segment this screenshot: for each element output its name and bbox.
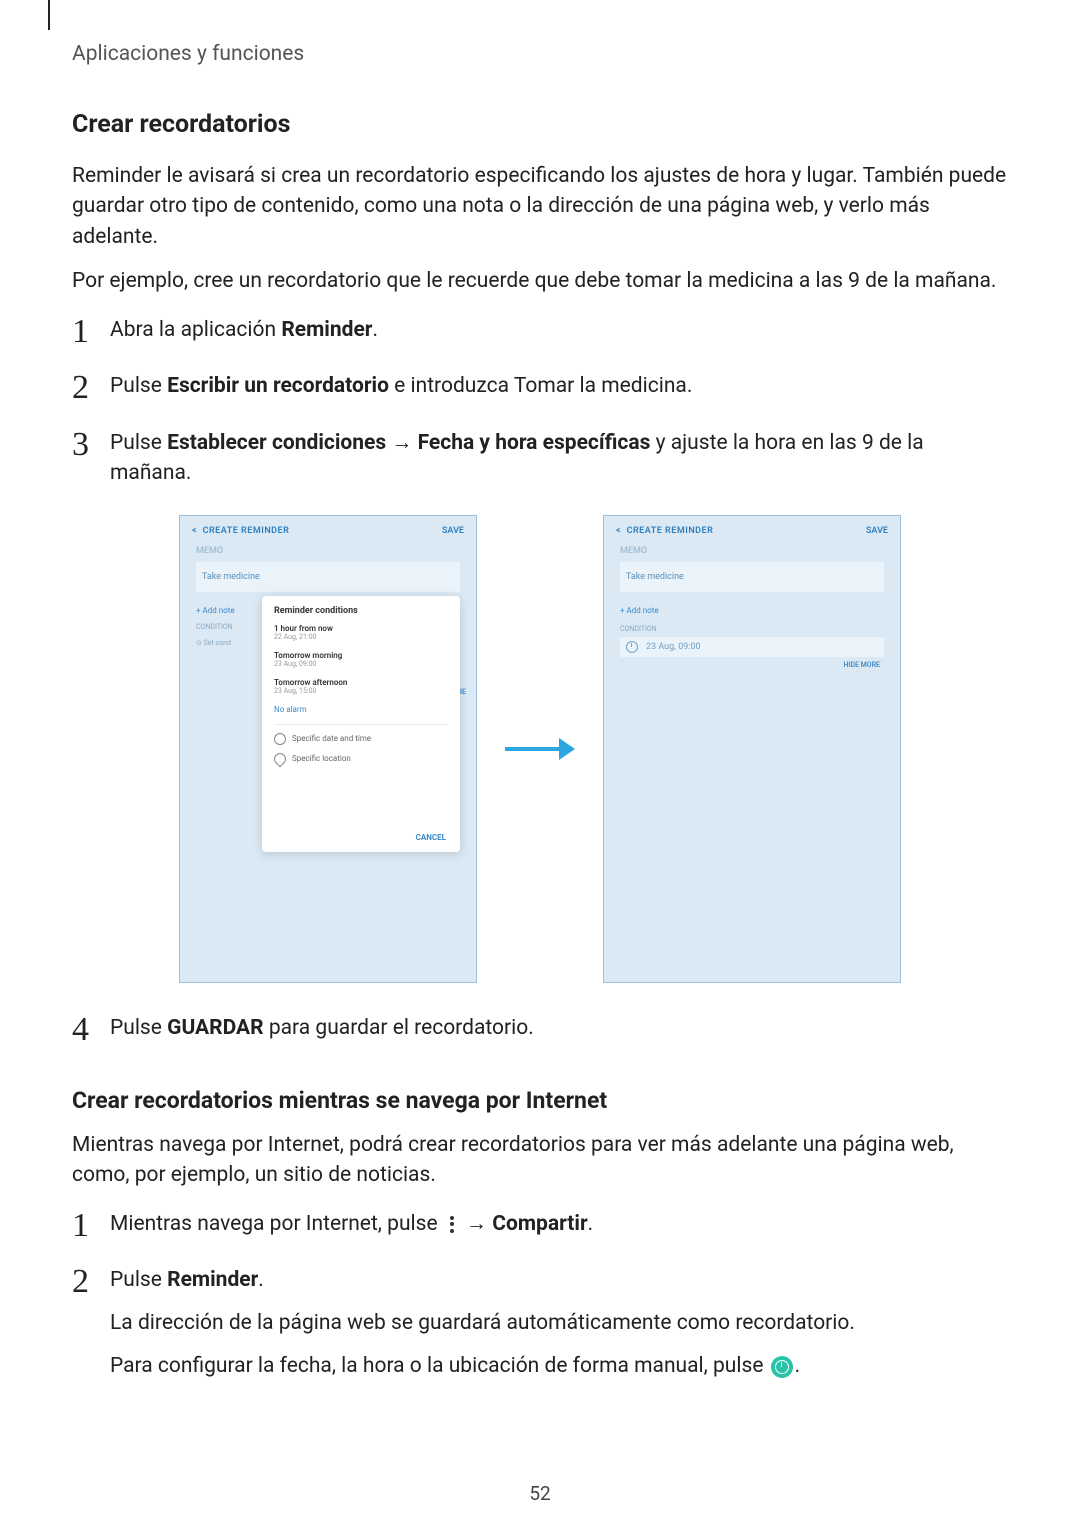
step-text: Pulse Escribir un recordatorio e introdu… <box>110 374 692 398</box>
shot-label-condition: CONDITION <box>196 623 260 631</box>
shot-input: Take medicine <box>620 562 884 592</box>
step-number: 2 <box>72 1257 89 1306</box>
popup-title: Reminder conditions <box>274 606 448 616</box>
step-text: Pulse Establecer condiciones → Fecha y h… <box>110 431 924 485</box>
shot-condition-row: 23 Aug, 09:00 <box>620 637 884 657</box>
popup-opt: 1 hour from now <box>274 624 448 633</box>
heading-create-while-browsing: Crear recordatorios mientras se navega p… <box>72 1087 1008 1114</box>
step-item-2: 2 Pulse Escribir un recordatorio e intro… <box>72 371 1008 401</box>
arrow-right-icon <box>505 738 575 760</box>
step-number: 1 <box>72 307 89 356</box>
step-text: Abra la aplicación Reminder. <box>110 318 378 342</box>
reminder-clock-icon <box>771 1356 793 1378</box>
shot-add-note: + Add note <box>620 606 884 615</box>
intro-paragraph-1: Reminder le avisará si crea un recordato… <box>72 161 1008 252</box>
popup-cancel: CANCEL <box>416 833 446 842</box>
steps-list-create: 1 Abra la aplicación Reminder. 2 Pulse E… <box>72 315 1008 489</box>
step-text: Pulse GUARDAR para guardar el recordator… <box>110 1016 534 1040</box>
shot-back-label: < CREATE REMINDER <box>192 526 289 536</box>
step-number: 2 <box>72 363 89 412</box>
popup-no-alarm: No alarm <box>274 705 448 714</box>
shot-back-label: < CREATE REMINDER <box>616 526 713 536</box>
popup-opt-sub: 22 Aug, 21:00 <box>274 633 448 641</box>
shot-condition-value: 23 Aug, 09:00 <box>646 642 701 652</box>
heading-create-reminders: Crear recordatorios <box>72 110 1008 139</box>
conditions-popup: Reminder conditions 1 hour from now22 Au… <box>262 596 460 852</box>
shot-set-cond-row: ⊙ Set cond <box>196 639 260 647</box>
step-text: Mientras navega por Internet, pulse → Co… <box>110 1212 593 1236</box>
step-item-3: 3 Pulse Establecer condiciones → Fecha y… <box>72 428 1008 489</box>
step-item-1: 1 Abra la aplicación Reminder. <box>72 315 1008 345</box>
step-item-4: 4 Pulse GUARDAR para guardar el recordat… <box>72 1013 1008 1043</box>
step-sub-1: La dirección de la página web se guardar… <box>110 1308 1008 1340</box>
shot-input: Take medicine <box>196 562 460 592</box>
more-options-icon <box>445 1214 459 1234</box>
step-item-2b: 2 Pulse Reminder. La dirección de la pág… <box>72 1265 1008 1382</box>
browse-intro: Mientras navega por Internet, podrá crea… <box>72 1130 1008 1191</box>
shot-save-label: SAVE <box>866 526 888 536</box>
shot-memo-line: MEMO <box>620 546 884 556</box>
popup-opt-sub: 23 Aug, 15:00 <box>274 687 448 695</box>
step-text: Pulse Reminder. <box>110 1268 264 1292</box>
step-sub-2: Para configurar la fecha, la hora o la u… <box>110 1351 1008 1383</box>
shot-label-condition: CONDITION <box>620 625 884 633</box>
running-header: Aplicaciones y funciones <box>72 42 1008 66</box>
screenshot-create-reminder-popup: < CREATE REMINDER SAVE MEMO Take medicin… <box>179 515 477 983</box>
screenshot-create-reminder-result: < CREATE REMINDER SAVE MEMO Take medicin… <box>603 515 901 983</box>
steps-list-create-cont: 4 Pulse GUARDAR para guardar el recordat… <box>72 1013 1008 1043</box>
popup-opt-sub: 23 Aug, 09:00 <box>274 660 448 668</box>
pin-icon <box>272 750 289 767</box>
popup-specific-date: Specific date and time <box>292 734 371 743</box>
shot-memo-line: MEMO <box>196 546 460 556</box>
intro-paragraph-2: Por ejemplo, cree un recordatorio que le… <box>72 266 1008 296</box>
popup-specific-location: Specific location <box>292 754 351 763</box>
step-number: 4 <box>72 1005 89 1054</box>
decorative-rule <box>48 0 50 30</box>
popup-opt: Tomorrow morning <box>274 651 448 660</box>
step-number: 1 <box>72 1201 89 1250</box>
page-number: 52 <box>0 1482 1080 1505</box>
shot-hide-more: HIDE MORE <box>620 661 884 669</box>
figure-row: < CREATE REMINDER SAVE MEMO Take medicin… <box>72 515 1008 983</box>
clock-icon <box>274 733 286 745</box>
step-item-1b: 1 Mientras navega por Internet, pulse → … <box>72 1209 1008 1239</box>
step-number: 3 <box>72 420 89 469</box>
popup-opt: Tomorrow afternoon <box>274 678 448 687</box>
shot-save-label: SAVE <box>442 526 464 536</box>
clock-icon <box>626 641 638 653</box>
steps-list-browse: 1 Mientras navega por Internet, pulse → … <box>72 1209 1008 1383</box>
